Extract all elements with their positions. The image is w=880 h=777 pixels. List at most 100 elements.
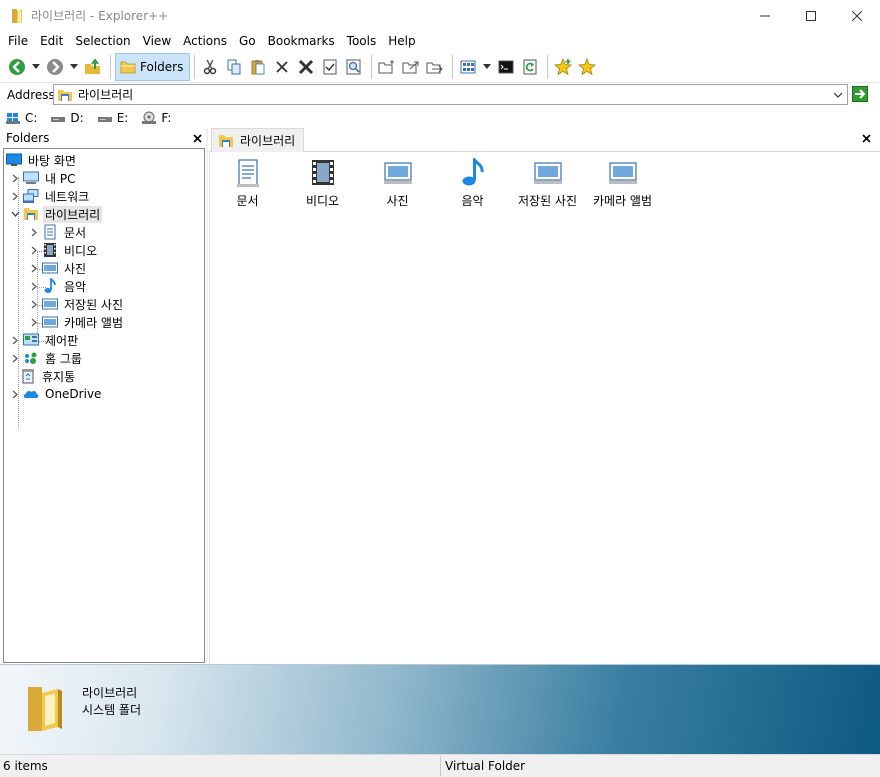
command-prompt-button[interactable] [495,55,517,79]
chevron-right-icon[interactable] [29,295,39,313]
chevron-right-icon[interactable] [29,223,39,241]
cut-button[interactable] [199,55,221,79]
views-button[interactable] [457,55,479,79]
tab-libraries[interactable]: 라이브러리 [211,128,305,152]
tree-item-pictures[interactable]: 사진 [29,259,88,277]
toolbar-separator [371,54,373,79]
maximize-button[interactable] [788,0,834,31]
info-pane: 라이브러리 시스템 폴더 [0,664,880,754]
menu-view[interactable]: View [137,34,177,48]
properties-button[interactable] [319,55,341,79]
address-input[interactable]: 라이브러리 [53,84,848,105]
list-item[interactable]: 문서 [210,157,285,209]
move-to-folder-button[interactable] [424,55,446,79]
tree-item-camera-roll[interactable]: 카메라 앨범 [29,313,125,331]
tree-item-recycle-bin[interactable]: 휴지통 [20,367,77,385]
close-icon[interactable] [193,133,202,143]
close-icon[interactable] [862,134,871,143]
tree-item-this-pc[interactable]: 내 PC [10,169,77,187]
forward-button[interactable] [44,55,66,79]
tree-item-music[interactable]: 음악 [29,277,88,295]
list-item[interactable]: 저장된 사진 [510,157,585,209]
chevron-right-icon[interactable] [29,259,39,277]
menu-edit[interactable]: Edit [34,34,69,48]
list-item[interactable]: 사진 [360,157,435,209]
file-list-view[interactable]: 문서 비디오 사진 음악 저장된 사진 카메라 앨범 [209,153,880,663]
chevron-down-icon[interactable] [10,205,20,223]
drive-c-button[interactable]: C: [6,111,37,125]
menu-selection[interactable]: Selection [69,34,136,48]
status-bar: 6 items Virtual Folder [0,754,880,777]
chevron-right-icon[interactable] [29,241,39,259]
drive-f-button[interactable]: F: [142,111,171,125]
menu-go[interactable]: Go [233,34,262,48]
tree-item-documents[interactable]: 문서 [29,223,88,241]
tree-item-network[interactable]: 네트워크 [10,187,91,205]
properties-icon [323,59,337,74]
chevron-right-icon[interactable] [10,349,20,367]
tree-item-label: 제어판 [45,333,79,348]
network-icon [23,188,39,204]
tree-item-libraries[interactable]: 라이브러리 [10,205,103,223]
forward-history-dropdown[interactable] [68,55,80,79]
desktop-icon [6,152,22,168]
pictures-icon [607,157,639,189]
delete-button[interactable] [271,55,293,79]
dropdown-arrow-icon [483,64,492,69]
add-bookmark-button[interactable] [552,55,574,79]
chevron-right-icon[interactable] [10,385,20,403]
menu-actions[interactable]: Actions [177,34,233,48]
list-item[interactable]: 카메라 앨범 [585,157,660,209]
back-button[interactable] [6,55,28,79]
tree-item-saved-pictures[interactable]: 저장된 사진 [29,295,125,313]
chevron-right-icon[interactable] [10,331,20,349]
chevron-right-icon[interactable] [10,169,20,187]
tree-item-desktop[interactable]: 바탕 화면 [6,151,78,169]
tree-item-label: 휴지통 [42,369,76,384]
paste-icon [251,59,265,74]
tree-item-label: 카메라 앨범 [64,315,124,330]
bookmarks-button[interactable] [576,55,598,79]
new-folder-button[interactable] [376,55,398,79]
tree-item-homegroup[interactable]: 홈 그룹 [10,349,84,367]
tree-item-label: 저장된 사진 [64,297,124,312]
go-button[interactable] [852,86,868,102]
back-history-dropdown[interactable] [30,55,42,79]
folder-tree[interactable]: 바탕 화면 내 PC 네트워크 라이브러리 문서 비디오 사진 음악 저장된 사… [3,148,205,663]
tree-item-control-panel[interactable]: 제어판 [10,331,80,349]
views-dropdown[interactable] [481,55,493,79]
tree-item-label: 비디오 [64,243,98,258]
folders-toggle-button[interactable]: Folders [115,52,191,81]
delete-permanently-button[interactable] [295,55,317,79]
chevron-right-icon[interactable] [29,313,39,331]
copy-button[interactable] [223,55,245,79]
minimize-button[interactable] [742,0,788,31]
list-item[interactable]: 음악 [435,157,510,209]
menu-bookmarks[interactable]: Bookmarks [262,34,341,48]
list-item[interactable]: 비디오 [285,157,360,209]
status-folder-type: Virtual Folder [445,759,526,773]
copy-to-folder-button[interactable] [400,55,422,79]
up-button[interactable] [82,55,104,79]
refresh-button[interactable] [519,55,541,79]
chevron-down-icon[interactable] [832,88,844,102]
drive-d-button[interactable]: D: [51,111,84,125]
menu-help[interactable]: Help [382,34,421,48]
music-icon [42,278,58,294]
chevron-right-icon[interactable] [10,187,20,205]
drive-e-button[interactable]: E: [97,111,128,125]
drive-c-label: C: [25,110,38,125]
pane-splitter[interactable] [206,129,208,663]
pictures-icon [42,296,58,312]
tree-item-onedrive[interactable]: OneDrive [10,385,103,403]
onedrive-icon [23,386,39,402]
control-panel-icon [23,332,39,348]
chevron-right-icon[interactable] [29,277,39,295]
paste-button[interactable] [247,55,269,79]
menu-file[interactable]: File [2,34,34,48]
search-button[interactable] [343,55,365,79]
bookmark-add-icon [554,57,573,75]
tree-item-videos[interactable]: 비디오 [29,241,99,259]
menu-tools[interactable]: Tools [341,34,383,48]
close-button[interactable] [834,0,880,31]
